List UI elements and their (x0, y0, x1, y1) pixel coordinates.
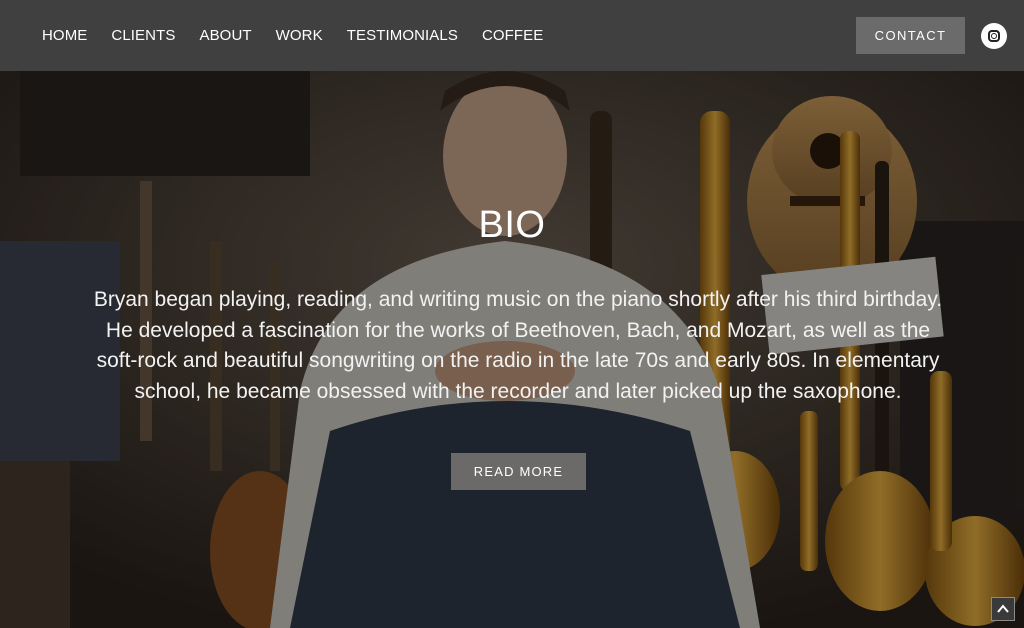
main-nav: HOME CLIENTS ABOUT WORK TESTIMONIALS COF… (42, 0, 567, 71)
nav-clients[interactable]: CLIENTS (111, 27, 175, 44)
navbar: HOME CLIENTS ABOUT WORK TESTIMONIALS COF… (0, 0, 1024, 71)
instagram-icon[interactable] (981, 23, 1007, 49)
nav-about[interactable]: ABOUT (199, 27, 251, 44)
hero-bio-text: Bryan began playing, reading, and writin… (93, 288, 943, 403)
nav-work[interactable]: WORK (276, 27, 323, 44)
nav-testimonials[interactable]: TESTIMONIALS (347, 27, 458, 44)
contact-button[interactable]: CONTACT (856, 17, 965, 54)
chevron-up-icon (997, 604, 1009, 613)
hero-section: BIO Bryan began playing, reading, and wr… (0, 71, 1024, 628)
read-more-button[interactable]: READ MORE (451, 453, 586, 490)
nav-home[interactable]: HOME (42, 27, 87, 44)
nav-coffee[interactable]: COFFEE (482, 27, 543, 44)
hero-title: BIO (478, 204, 546, 246)
scroll-to-top-button[interactable] (991, 597, 1015, 621)
